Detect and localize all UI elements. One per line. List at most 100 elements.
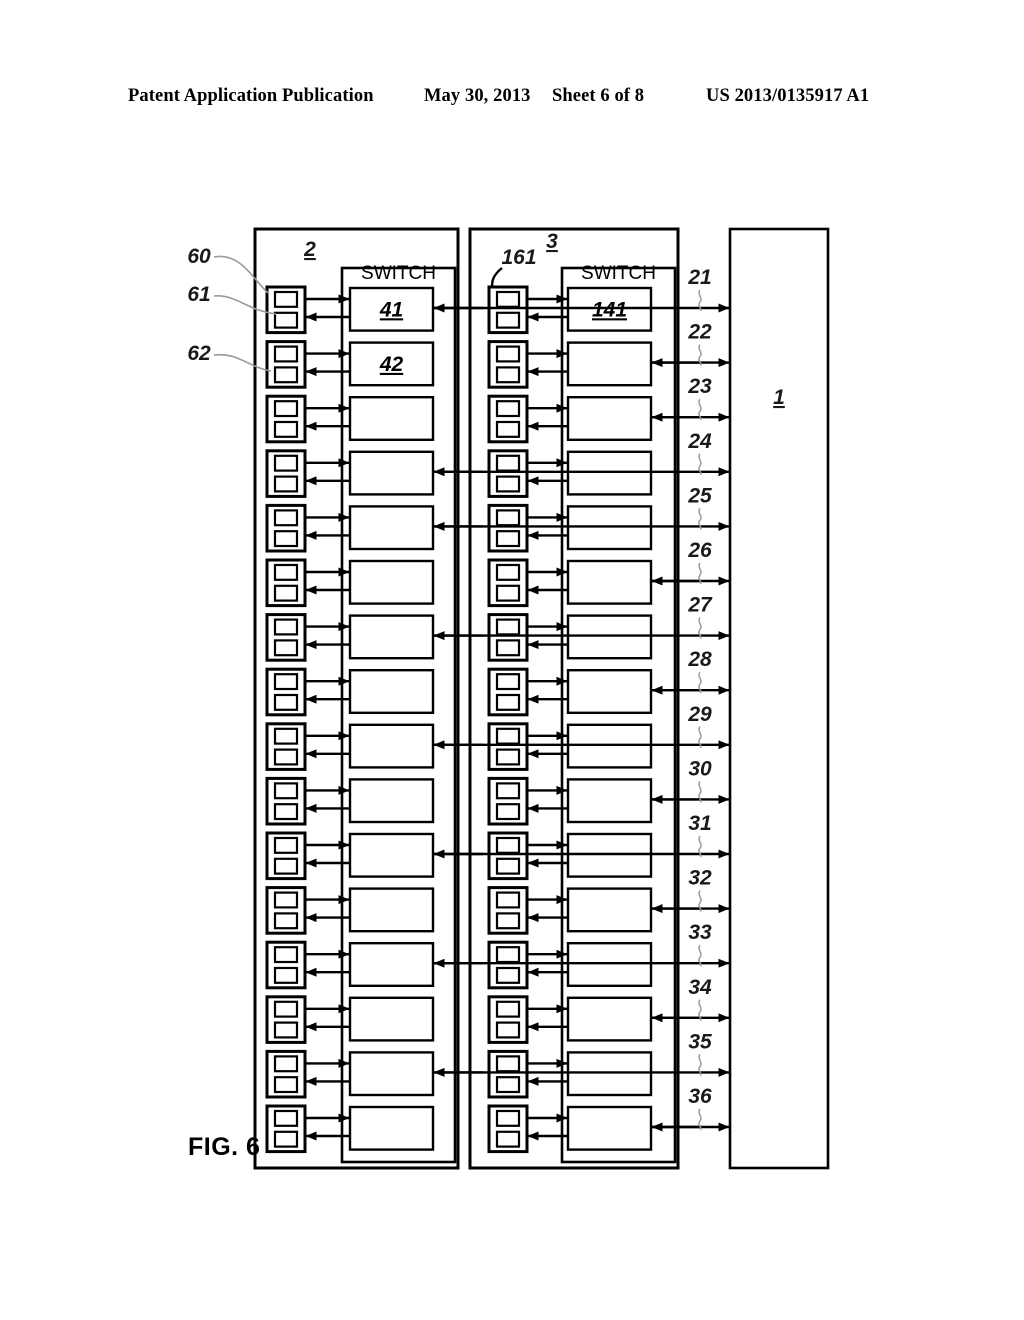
left-transceiver-tx (273, 509, 299, 527)
right-transceiver-tx (495, 618, 521, 636)
right-port-block (487, 285, 529, 335)
left-transceiver-rx (273, 639, 299, 657)
switch-modules: 41 42 141 (348, 286, 653, 1151)
left-switch-module (348, 778, 435, 824)
right-transceiver-rx (495, 366, 521, 384)
right-port-block (487, 613, 529, 662)
right-transceiver-tx (495, 1109, 521, 1127)
right-port-block (487, 940, 529, 990)
chassis-right-outline (468, 227, 680, 1170)
left-switch-module (348, 996, 435, 1042)
link-reference-22: 22 (687, 321, 712, 344)
left-switch-module (348, 505, 435, 551)
right-switch-module (566, 559, 653, 605)
link-lines (305, 294, 730, 1141)
left-transceiver-rx (273, 584, 299, 602)
left-transceiver-tx (273, 618, 299, 636)
right-transceiver-rx (495, 912, 521, 930)
link-reference-33: 33 (688, 921, 712, 944)
right-port-block (487, 776, 529, 826)
right-transceiver-rx (495, 1076, 521, 1094)
right-transceiver-rx (495, 857, 521, 875)
right-switch-module (566, 396, 653, 442)
switch-left-outline (340, 266, 457, 1164)
link-reference-21: 21 (687, 266, 711, 289)
right-transceiver-rx (495, 966, 521, 984)
left-port-block (265, 613, 307, 662)
left-transceiver-tx (273, 1109, 299, 1127)
left-transceiver-tx (273, 836, 299, 854)
left-transceiver-rx (273, 420, 299, 438)
switch-right-title: SWITCH (581, 263, 656, 284)
right-transceiver-tx (495, 673, 521, 691)
right-transceiver-rx (495, 639, 521, 657)
left-switch-module (348, 559, 435, 605)
chassis-left-outline (253, 227, 460, 1170)
callout-161-leader (490, 267, 503, 289)
switch-left-title: SWITCH (361, 263, 436, 284)
link-reference-29: 29 (687, 703, 712, 726)
right-switch-module (566, 996, 653, 1042)
callout-60-leader (213, 255, 269, 294)
link-reference-26: 26 (687, 539, 712, 562)
right-transceiver-tx (495, 946, 521, 964)
right-transceiver-tx (495, 563, 521, 581)
left-transceiver-rx (273, 311, 299, 329)
left-switch-module (348, 1105, 435, 1151)
right-switch-module (566, 505, 653, 551)
left-transceiver-tx (273, 345, 299, 363)
left-transceiver-tx (273, 290, 299, 308)
left-transceiver-rx (273, 1076, 299, 1094)
right-transceiver-rx (495, 584, 521, 602)
link-reference-27: 27 (687, 594, 713, 617)
chassis-right-id: 3 (546, 230, 558, 253)
left-transceiver-rx (273, 366, 299, 384)
left-transceiver-rx (273, 530, 299, 548)
left-module-label: 42 (379, 353, 404, 376)
left-switch-module (348, 942, 435, 988)
left-transceiver-tx (273, 400, 299, 418)
right-port-block (487, 503, 529, 553)
left-transceiver-rx (273, 912, 299, 930)
left-transceiver-rx (273, 1130, 299, 1148)
link-reference-30: 30 (688, 757, 712, 780)
left-port-block (265, 503, 307, 553)
left-port-block (265, 285, 307, 335)
left-transceiver-tx (273, 946, 299, 964)
left-switch-module (348, 396, 435, 442)
link-reference-23: 23 (687, 375, 712, 398)
link-reference-36: 36 (688, 1085, 712, 1108)
right-switch-module (566, 942, 653, 988)
patent-figure-drawing: 41 42 141 21 22 23 24 25 26 27 28 29 30 31 32 33 34 35 36… (0, 0, 1024, 1320)
right-transceiver-rx (495, 311, 521, 329)
left-transceiver-tx (273, 1000, 299, 1018)
port-blocks (265, 285, 529, 1154)
right-transceiver-rx (495, 530, 521, 548)
link-reference-34: 34 (688, 976, 712, 999)
link-reference-28: 28 (687, 648, 712, 671)
right-port-block (487, 1049, 529, 1099)
right-transceiver-rx (495, 803, 521, 821)
left-transceiver-tx (273, 1055, 299, 1073)
left-switch-module (348, 1051, 435, 1097)
right-port-block (487, 995, 529, 1044)
right-switch-module (566, 723, 653, 769)
left-transceiver-tx (273, 727, 299, 745)
left-port-block (265, 831, 307, 881)
right-transceiver-rx (495, 1130, 521, 1148)
link-reference-24: 24 (687, 430, 712, 453)
switch-right-outline (560, 266, 677, 1164)
left-port-block (265, 667, 307, 717)
right-transceiver-rx (495, 693, 521, 711)
right-port-block (487, 722, 529, 771)
right-switch-module (566, 1105, 653, 1151)
left-switch-module (348, 669, 435, 715)
left-switch-module (348, 832, 435, 878)
callout-62: 62 (187, 342, 211, 365)
left-transceiver-rx (273, 857, 299, 875)
left-port-block (265, 722, 307, 771)
left-transceiver-tx (273, 563, 299, 581)
link-reference-32: 32 (688, 867, 712, 890)
left-port-block (265, 1104, 307, 1154)
left-transceiver-rx (273, 803, 299, 821)
